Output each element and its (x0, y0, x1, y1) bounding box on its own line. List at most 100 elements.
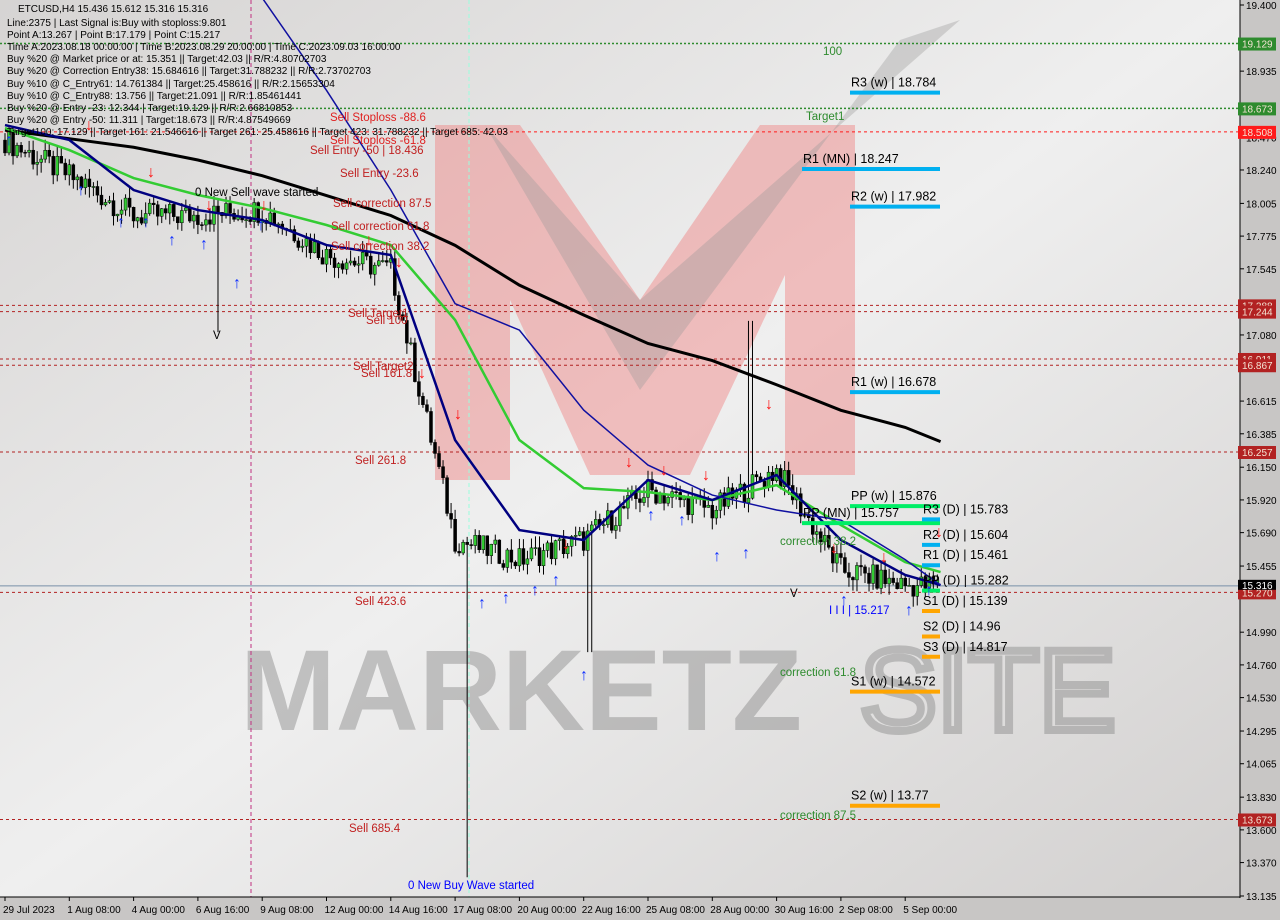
candle-body (815, 531, 819, 535)
candle-body (754, 474, 759, 478)
candle-body (59, 156, 64, 164)
candle-body (839, 553, 843, 558)
candle-body (75, 176, 80, 181)
candle-body (316, 241, 321, 258)
candle-body (525, 558, 530, 565)
candle-body (465, 541, 469, 545)
candle (429, 407, 433, 446)
sell-arrow-icon: ↓ (418, 365, 426, 382)
level-price-label: 18.673 (1242, 104, 1273, 115)
pivot-label: PP (w) | 15.876 (851, 489, 937, 503)
candle-body (666, 497, 670, 504)
candle-body (429, 411, 433, 443)
level-price-label: 17.244 (1242, 308, 1273, 319)
candle-body (87, 178, 92, 187)
candle-body (172, 204, 176, 217)
candle-body (151, 202, 156, 205)
buy-arrow-icon: ↑ (678, 512, 686, 529)
candle-body (360, 252, 365, 265)
sell-arrow-icon: ↓ (935, 524, 943, 541)
candle-body (851, 577, 855, 581)
candle-body (31, 149, 35, 165)
candle-body (473, 535, 477, 546)
candle-body (903, 577, 907, 587)
candle-body (180, 210, 184, 224)
candle-body (372, 264, 377, 275)
candle-body (437, 453, 441, 467)
y-tick-label: 16.385 (1246, 430, 1277, 441)
candle-body (847, 572, 851, 578)
candle-body (381, 260, 385, 262)
watermark-text: MARKETZ (240, 627, 802, 755)
x-tick-label: 4 Aug 00:00 (132, 905, 186, 916)
candle-body (204, 219, 208, 226)
candle-body (248, 219, 252, 222)
candle-body (602, 524, 606, 526)
candle-body (449, 513, 453, 520)
buy-arrow-icon: ↑ (552, 572, 560, 589)
candle-body (208, 219, 212, 225)
y-tick-label: 19.400 (1246, 1, 1277, 12)
pivot-label: R2 (w) | 17.982 (851, 190, 936, 204)
candle-body (15, 145, 19, 157)
candle-body (537, 547, 542, 567)
signal-info-line: Buy %10 @ C_Entry61: 14.761384 || Target… (7, 78, 335, 90)
buy-arrow-icon: ↑ (117, 214, 125, 231)
pivot-label: S1 (w) | 14.572 (851, 675, 936, 689)
chart-annotation: Sell 261.8 (355, 455, 406, 467)
candle-body (871, 564, 875, 584)
candle-body (453, 518, 457, 552)
candle-body (746, 497, 751, 503)
candle-body (529, 547, 534, 560)
candle-body (336, 263, 341, 268)
candle-body (895, 582, 899, 589)
candle-body (509, 549, 514, 563)
current-price-label: 15.316 (1242, 581, 1273, 592)
pivot-label: R1 (D) | 15.461 (923, 548, 1008, 562)
candle-body (557, 538, 562, 541)
candle-body (67, 164, 72, 176)
candle-body (517, 548, 522, 567)
candle-body (907, 585, 911, 587)
candle-body (348, 260, 353, 264)
x-tick-label: 29 Jul 2023 (3, 905, 55, 916)
symbol-ohlc: ETCUSD,H4 15.436 15.612 15.316 15.316 (18, 4, 209, 15)
candle-body (497, 539, 502, 564)
candle-body (481, 535, 485, 550)
candle-body (55, 156, 59, 176)
candle-body (762, 480, 767, 488)
x-tick-label: 17 Aug 08:00 (453, 905, 512, 916)
y-tick-label: 13.830 (1246, 793, 1277, 804)
x-tick-label: 22 Aug 16:00 (582, 905, 641, 916)
candle-body (91, 186, 96, 188)
candle-body (489, 543, 494, 556)
y-tick-label: 14.990 (1246, 628, 1277, 639)
pivot-label: R3 (w) | 18.784 (851, 76, 936, 90)
buy-arrow-icon: ↑ (925, 582, 933, 599)
candle-body (71, 164, 76, 181)
candle-body (614, 525, 618, 531)
pivot-label: R3 (D) | 15.783 (923, 502, 1008, 516)
chart-annotation: Sell Entry -23.6 (340, 168, 419, 180)
buy-arrow-icon: ↑ (233, 275, 241, 292)
candle-body (618, 506, 622, 526)
y-tick-label: 13.370 (1246, 859, 1277, 870)
pivot-label: S3 (D) | 14.817 (923, 640, 1008, 654)
candle-body (521, 548, 526, 565)
buy-arrow-icon: ↑ (905, 602, 913, 619)
chart-annotation: correction 61.8 (780, 667, 856, 679)
candle-body (188, 207, 192, 222)
candle-body (312, 241, 317, 254)
candle-body (244, 219, 248, 221)
candle-body (461, 541, 465, 554)
sell-arrow-icon: ↓ (660, 462, 668, 479)
sell-arrow-icon: ↓ (765, 396, 773, 413)
x-tick-label: 14 Aug 16:00 (389, 905, 448, 916)
chart-annotation: correction 87.5 (780, 810, 856, 822)
buy-arrow-icon: ↑ (142, 214, 150, 231)
candle-body (131, 207, 136, 222)
buy-arrow-icon: ↑ (257, 217, 265, 234)
pivot-label: PP (MN) | 15.757 (803, 506, 899, 520)
candle-body (135, 217, 140, 222)
candle (497, 539, 502, 565)
